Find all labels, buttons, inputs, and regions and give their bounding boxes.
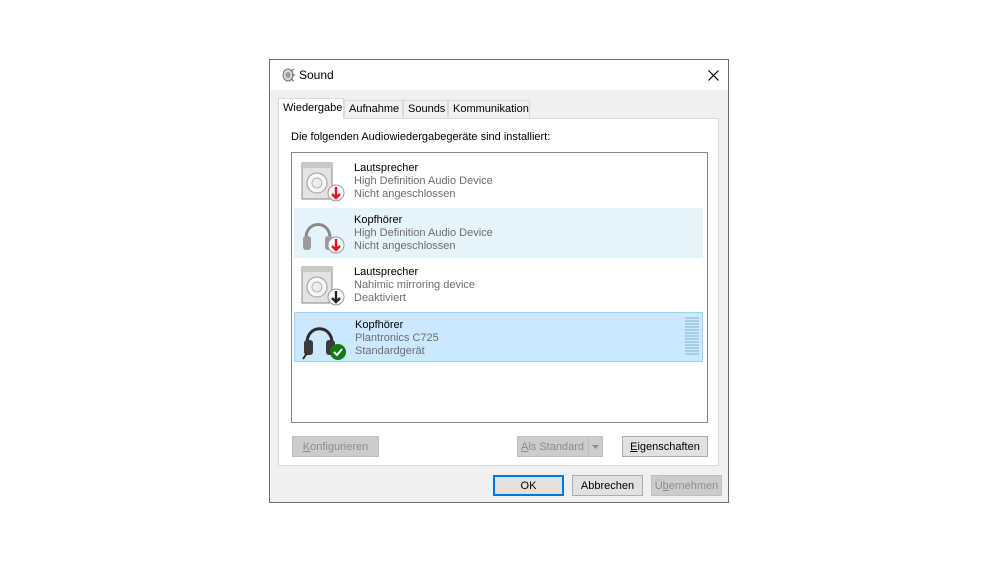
list-item-selected[interactable]: Kopfhörer Plantronics C725 Standardgerät <box>294 312 703 362</box>
sound-app-icon <box>282 68 295 82</box>
device-name: Kopfhörer <box>354 214 403 226</box>
device-name: Lautsprecher <box>354 162 419 174</box>
ok-button[interactable]: OK <box>493 475 564 496</box>
device-status: Nicht angeschlossen <box>354 240 456 252</box>
device-list[interactable]: Lautsprecher High Definition Audio Devic… <box>291 152 708 423</box>
unplugged-badge-icon <box>327 236 345 254</box>
speaker-icon <box>301 266 345 306</box>
apply-button[interactable]: Üb ernehmen <box>651 475 722 496</box>
close-icon <box>707 69 719 81</box>
close-button[interactable] <box>698 60 728 90</box>
default-check-badge-icon <box>330 344 346 360</box>
tab-wiedergabe[interactable]: Wiedergabe <box>278 98 344 119</box>
tab-aufnahme[interactable]: Aufnahme <box>344 100 403 117</box>
window-title: Sound <box>299 68 334 82</box>
disabled-badge-icon <box>327 288 345 306</box>
volume-level-meter <box>685 317 699 357</box>
speaker-icon <box>301 162 345 202</box>
device-name: Kopfhörer <box>355 319 404 331</box>
title-bar: Sound <box>270 60 728 90</box>
device-driver: High Definition Audio Device <box>354 175 493 187</box>
device-name: Lautsprecher <box>354 266 419 278</box>
tab-sounds[interactable]: Sounds <box>403 100 448 117</box>
device-status: Deaktiviert <box>354 292 406 304</box>
cancel-button[interactable]: Abbrechen <box>572 475 643 496</box>
devices-heading: Die folgenden Audiowiedergabegeräte sind… <box>291 131 551 143</box>
sound-dialog: Sound Wiedergabe Aufnahme Sounds Kommuni… <box>269 59 729 503</box>
device-driver: Plantronics C725 <box>355 332 439 344</box>
properties-button[interactable]: Eigenschaften <box>622 436 708 457</box>
device-driver: High Definition Audio Device <box>354 227 493 239</box>
set-default-button[interactable]: Als Standard <box>517 436 603 457</box>
tab-kommunikation[interactable]: Kommunikation <box>448 100 530 117</box>
set-default-dropdown[interactable] <box>588 437 602 456</box>
chevron-down-icon <box>592 444 599 449</box>
device-status: Nicht angeschlossen <box>354 188 456 200</box>
list-item[interactable]: Kopfhörer High Definition Audio Device N… <box>294 208 703 258</box>
list-item[interactable]: Lautsprecher Nahimic mirroring device De… <box>294 260 703 310</box>
playback-panel: Die folgenden Audiowiedergabegeräte sind… <box>278 118 719 466</box>
headset-icon <box>302 327 346 360</box>
configure-button[interactable]: Konfigurieren <box>292 436 379 457</box>
device-driver: Nahimic mirroring device <box>354 279 476 291</box>
list-item[interactable]: Lautsprecher High Definition Audio Devic… <box>294 156 703 206</box>
headphones-icon <box>303 223 345 254</box>
device-status: Standardgerät <box>355 345 425 357</box>
unplugged-badge-icon <box>327 184 345 202</box>
